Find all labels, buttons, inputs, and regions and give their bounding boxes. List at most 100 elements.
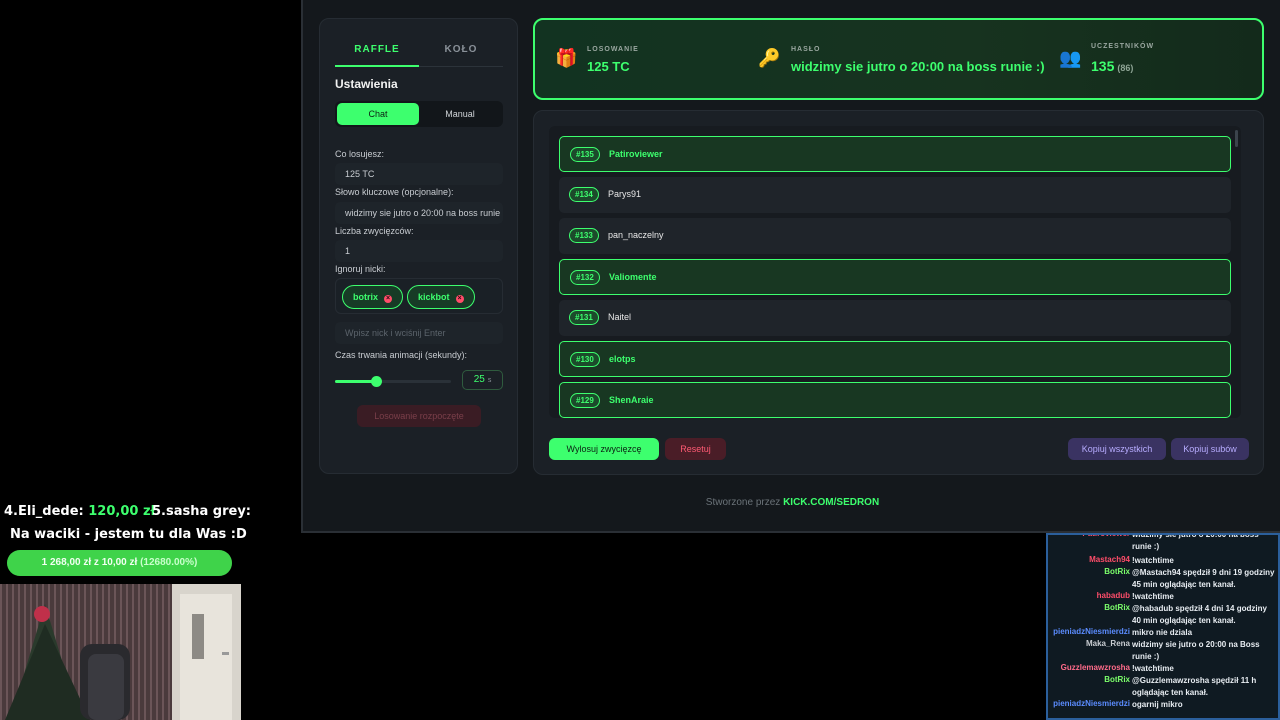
chat-text: !watchtime bbox=[1132, 592, 1174, 601]
participant-row[interactable]: #131 Naitel bbox=[559, 300, 1231, 336]
donor-4-amount: 120,00 zł bbox=[88, 504, 156, 519]
donor-4-rank: 4. bbox=[4, 504, 18, 519]
chat-username[interactable]: Maka_Rena bbox=[1086, 639, 1130, 648]
winners-input[interactable]: 1 bbox=[335, 240, 503, 262]
keyword-input[interactable]: widzimy sie jutro o 20:00 na boss runie … bbox=[335, 202, 503, 224]
copy-all-button[interactable]: Kopiuj wszystkich bbox=[1068, 438, 1166, 460]
footer: Stworzone przez KICK.COM/SEDRON bbox=[303, 497, 1280, 508]
participant-number: #133 bbox=[569, 228, 599, 243]
chat-text: ogarnij mikro bbox=[1132, 700, 1183, 709]
footer-text: Stworzone przez bbox=[705, 497, 781, 508]
chat-text: widzimy sie jutro o 20:00 na boss runie … bbox=[1132, 533, 1259, 551]
donation-goal-bar: 1 268,00 zł z 10,00 zł (12680.00%) bbox=[7, 550, 232, 576]
reset-button[interactable]: Resetuj bbox=[665, 438, 726, 460]
winners-label: Liczba zwycięzców: bbox=[335, 226, 414, 236]
participant-number: #134 bbox=[569, 187, 599, 202]
stat-password-value: widzimy sie jutro o 20:00 na boss runie … bbox=[791, 59, 1045, 74]
stat-participants-label: UCZESTNIKÓW bbox=[1091, 43, 1155, 50]
slider-fill bbox=[335, 380, 376, 383]
copy-subs-button[interactable]: Kopiuj subów bbox=[1171, 438, 1249, 460]
participants-sub-count: (86) bbox=[1117, 63, 1134, 73]
participant-name: ShenAraie bbox=[609, 395, 654, 405]
webcam-image bbox=[0, 584, 241, 720]
participant-row[interactable]: #132 Valiomente bbox=[559, 259, 1231, 295]
duration-value-box[interactable]: 25 s bbox=[462, 370, 503, 390]
chat-username[interactable]: BotRix bbox=[1104, 675, 1130, 684]
stat-raffle-label: LOSOWANIE bbox=[587, 46, 639, 53]
chat-text: widzimy sie jutro o 20:00 na Boss runie … bbox=[1132, 640, 1260, 661]
chip-label: botrix bbox=[353, 292, 379, 302]
goal-percent: (12680.00%) bbox=[140, 557, 198, 568]
participant-name: pan_naczelny bbox=[608, 230, 664, 240]
chat-text: @habadub spędził 4 dni 14 godziny 40 min… bbox=[1132, 604, 1267, 625]
chat-mode-button[interactable]: Chat bbox=[337, 103, 419, 125]
footer-link[interactable]: KICK.COM/SEDRON bbox=[783, 497, 879, 508]
chat-username[interactable]: BotRix bbox=[1104, 567, 1130, 576]
chat-username[interactable]: Patiroviewer bbox=[1082, 535, 1130, 538]
tab-raffle[interactable]: RAFFLE bbox=[335, 19, 419, 67]
prize-input[interactable]: 125 TC bbox=[335, 163, 503, 185]
participant-row[interactable]: #129 ShenAraie bbox=[559, 382, 1231, 418]
duration-value: 25 bbox=[473, 374, 485, 385]
chat-text: !watchtime bbox=[1132, 664, 1174, 673]
participants-list[interactable]: #135 Patiroviewer #134 Parys91 #133 pan_nacze… bbox=[549, 126, 1241, 418]
participant-name: Patiroviewer bbox=[609, 149, 663, 159]
slider-thumb[interactable] bbox=[370, 376, 382, 387]
ignored-chip-kickbot: kickbot × bbox=[407, 285, 475, 309]
duration-slider[interactable] bbox=[335, 376, 451, 387]
participant-row[interactable]: #130 elotps bbox=[559, 341, 1231, 377]
stat-password-label: HASŁO bbox=[791, 46, 821, 53]
participant-row[interactable]: #133 pan_naczelny bbox=[559, 218, 1231, 254]
participant-number: #135 bbox=[570, 147, 600, 162]
stats-banner: 🎁 LOSOWANIE 125 TC 🔑 HASŁO widzimy sie j… bbox=[533, 18, 1264, 100]
stat-raffle-value: 125 TC bbox=[587, 59, 630, 74]
raffle-app-window: RAFFLE KOŁO Ustawienia Chat Manual Co lo… bbox=[301, 0, 1280, 533]
remove-chip-icon[interactable]: × bbox=[455, 295, 464, 303]
manual-mode-button[interactable]: Manual bbox=[419, 103, 501, 125]
stream-chat[interactable]: Patiroviewer widzimy sie jutro o 20:00 na… bbox=[1046, 533, 1280, 720]
chat-username[interactable]: pieniadzNiesmierdzi bbox=[1053, 699, 1130, 708]
donor-4-name: Eli_dede: bbox=[17, 504, 84, 519]
settings-sidebar: RAFFLE KOŁO Ustawienia Chat Manual Co lo… bbox=[319, 18, 518, 474]
duration-label: Czas trwania animacji (sekundy): bbox=[335, 350, 468, 360]
gift-icon: 🎁 bbox=[555, 48, 578, 68]
participant-name: Valiomente bbox=[609, 272, 657, 282]
ignore-label: Ignoruj nicki: bbox=[335, 264, 386, 274]
donor-4: 4.Eli_dede: 120,00 zł bbox=[4, 504, 155, 519]
chat-username[interactable]: Mastach94 bbox=[1089, 555, 1130, 564]
chat-text: @Mastach94 spędził 9 dni 19 godziny 45 m… bbox=[1132, 568, 1275, 589]
ignored-nicks-box: botrix × kickbot × bbox=[335, 278, 503, 314]
mode-tabs: RAFFLE KOŁO bbox=[320, 19, 519, 67]
chat-text: !watchtime bbox=[1132, 556, 1174, 565]
keyword-label: Słowo kluczowe (opcjonalne): bbox=[335, 187, 454, 197]
participant-number: #131 bbox=[569, 310, 599, 325]
participant-row[interactable]: #134 Parys91 bbox=[559, 177, 1231, 213]
chip-label: kickbot bbox=[418, 292, 450, 302]
participant-name: Naitel bbox=[608, 312, 632, 322]
goal-title: Na waciki - jestem tu dla Was :D bbox=[10, 527, 247, 542]
participant-name: elotps bbox=[609, 354, 636, 364]
users-icon: 👥 bbox=[1059, 48, 1082, 68]
source-toggle: Chat Manual bbox=[335, 101, 503, 127]
chat-text: @Guzzlemawzrosha spędził 11 h oglądając … bbox=[1132, 676, 1257, 697]
participant-number: #129 bbox=[570, 393, 600, 408]
ignore-nick-input[interactable]: Wpisz nick i wciśnij Enter bbox=[335, 322, 503, 344]
chat-username[interactable]: BotRix bbox=[1104, 603, 1130, 612]
raffle-started-button[interactable]: Losowanie rozpoczęte bbox=[357, 405, 481, 427]
key-icon: 🔑 bbox=[758, 48, 781, 68]
chat-username[interactable]: habadub bbox=[1097, 591, 1130, 600]
goal-text: 1 268,00 zł z 10,00 zł (12680.00%) bbox=[7, 550, 232, 576]
draw-winner-button[interactable]: Wylosuj zwycięzcę bbox=[549, 438, 659, 460]
donor-5: 5.sasha grey: bbox=[152, 504, 251, 519]
scrollbar[interactable] bbox=[1235, 130, 1238, 147]
participants-panel: #135 Patiroviewer #134 Parys91 #133 pan_nacze… bbox=[533, 110, 1264, 475]
participant-row[interactable]: #135 Patiroviewer bbox=[559, 136, 1231, 172]
ignored-chip-botrix: botrix × bbox=[342, 285, 404, 309]
chat-username[interactable]: Guzzlemawzrosha bbox=[1061, 663, 1130, 672]
prize-label: Co losujesz: bbox=[335, 149, 385, 159]
participant-number: #130 bbox=[570, 352, 600, 367]
participants-count: 135 bbox=[1091, 58, 1115, 74]
remove-chip-icon[interactable]: × bbox=[384, 295, 393, 303]
tab-kolo[interactable]: KOŁO bbox=[419, 19, 503, 67]
chat-username[interactable]: pieniadzNiesmierdzi bbox=[1053, 627, 1130, 636]
